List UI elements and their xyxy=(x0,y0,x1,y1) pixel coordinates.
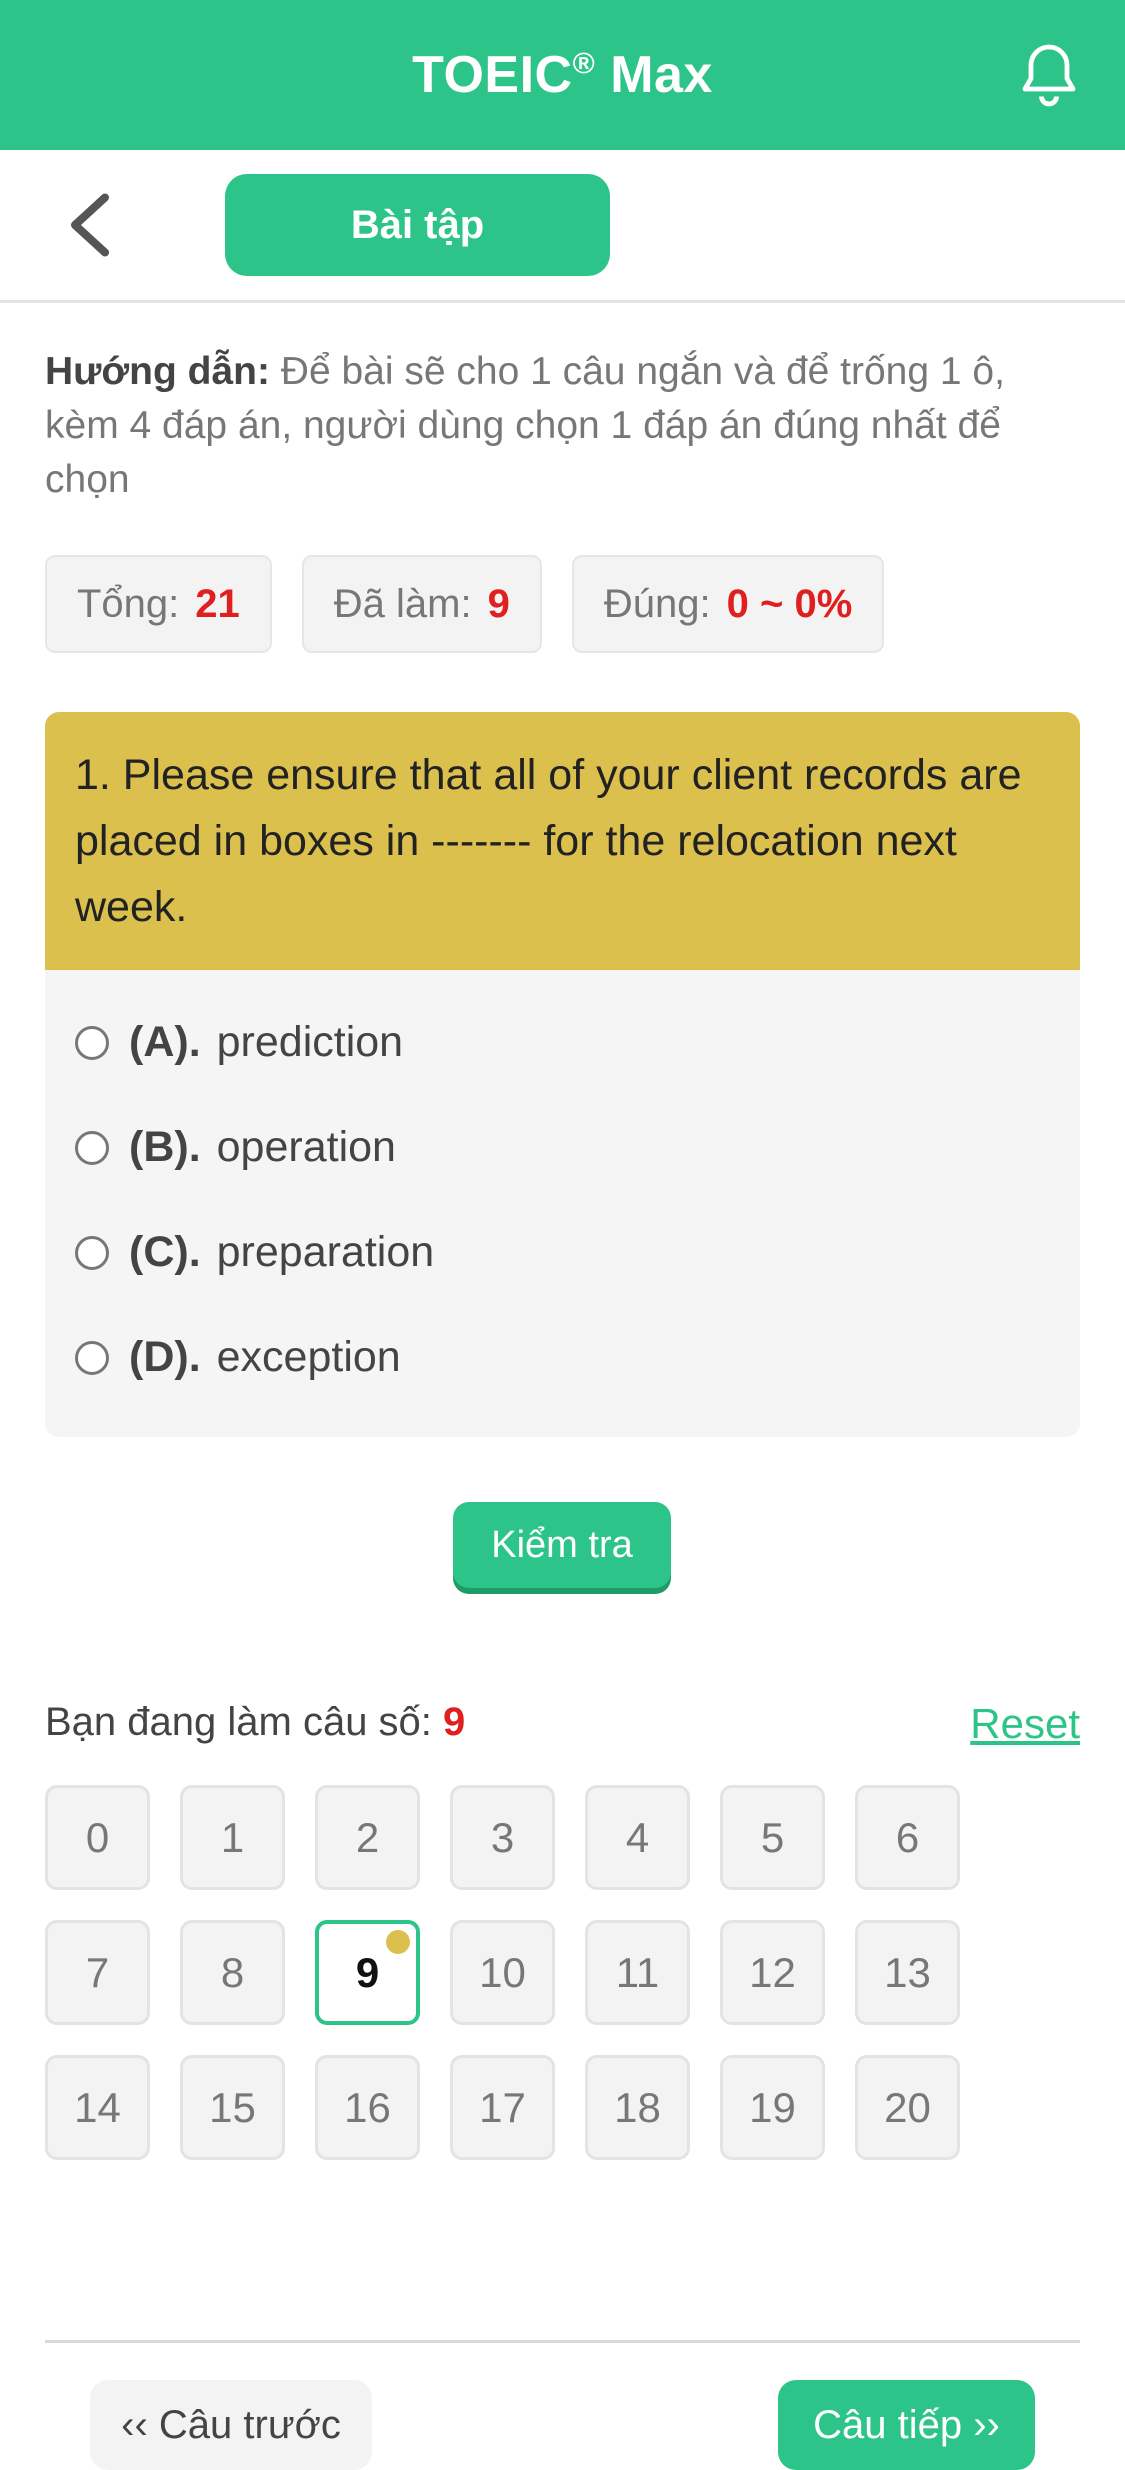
stats-bar: Tổng: 21 Đã làm: 9 Đúng: 0 ~ 0% xyxy=(45,555,885,653)
question-number-8[interactable]: 8 xyxy=(180,1920,285,2025)
question-number-label: 14 xyxy=(74,2083,121,2131)
stat-correct-label: Đúng: xyxy=(603,581,711,626)
question-number-19[interactable]: 19 xyxy=(720,2055,825,2160)
question-number-10[interactable]: 10 xyxy=(450,1920,555,2025)
question-number-label: 18 xyxy=(614,2083,661,2131)
current-label: Bạn đang làm câu số: xyxy=(45,1700,432,1744)
question-number-15[interactable]: 15 xyxy=(180,2055,285,2160)
question-number-label: 8 xyxy=(220,1948,245,1996)
instructions-label: Hướng dẫn: xyxy=(45,350,270,393)
question-number-label: 6 xyxy=(895,1813,920,1861)
current-question: Bạn đang làm câu số: 9 xyxy=(45,1700,465,1745)
status-dot-icon xyxy=(386,1930,410,1954)
stat-correct: Đúng: 0 ~ 0% xyxy=(571,555,885,653)
question-number-label: 9 xyxy=(355,1948,380,1996)
question-number-label: 15 xyxy=(209,2083,256,2131)
option-d[interactable]: (D). exception xyxy=(75,1305,1050,1410)
question-number-label: 16 xyxy=(344,2083,391,2131)
question-number-label: 5 xyxy=(760,1813,785,1861)
option-text: preparation xyxy=(216,1228,435,1276)
question-number-1[interactable]: 1 xyxy=(180,1785,285,1890)
question-number-9[interactable]: 9 xyxy=(315,1920,420,2025)
instructions: Hướng dẫn: Để bài sẽ cho 1 câu ngắn và đ… xyxy=(45,345,1085,507)
question-number-0[interactable]: 0 xyxy=(45,1785,150,1890)
option-text: operation xyxy=(216,1123,396,1171)
stat-done-label: Đã làm: xyxy=(333,581,472,626)
radio-icon[interactable] xyxy=(75,1340,109,1375)
option-a[interactable]: (A). prediction xyxy=(75,990,1050,1095)
bell-icon[interactable] xyxy=(1013,38,1085,110)
question-number-label: 20 xyxy=(884,2083,931,2131)
question-number-7[interactable]: 7 xyxy=(45,1920,150,2025)
question-number-label: 4 xyxy=(625,1813,650,1861)
question-number-label: 3 xyxy=(490,1813,515,1861)
check-button[interactable]: Kiểm tra xyxy=(453,1502,671,1588)
sub-header: Bài tập xyxy=(0,150,1125,303)
app-bar: TOEIC® Max xyxy=(0,0,1125,150)
prev-question-button[interactable]: ‹‹ Câu trước xyxy=(90,2380,372,2470)
current-value: 9 xyxy=(443,1700,466,1744)
question-number-label: 17 xyxy=(479,2083,526,2131)
chevron-left-icon[interactable] xyxy=(60,190,120,260)
app-title-suffix: Max xyxy=(610,46,713,104)
question-number-14[interactable]: 14 xyxy=(45,2055,150,2160)
question-number-6[interactable]: 6 xyxy=(855,1785,960,1890)
radio-icon[interactable] xyxy=(75,1130,109,1165)
question-number-label: 2 xyxy=(355,1813,380,1861)
app-title-reg: ® xyxy=(572,47,596,81)
question-number-label: 13 xyxy=(884,1948,931,1996)
next-question-button[interactable]: Câu tiếp ›› xyxy=(778,2380,1035,2470)
question-number-11[interactable]: 11 xyxy=(585,1920,690,2025)
question-number-label: 1 xyxy=(220,1813,245,1861)
app-title-main: TOEIC xyxy=(412,46,573,104)
option-key: (C). xyxy=(129,1228,201,1276)
question-number-2[interactable]: 2 xyxy=(315,1785,420,1890)
option-key: (A). xyxy=(129,1018,201,1066)
question-number-12[interactable]: 12 xyxy=(720,1920,825,2025)
option-key: (B). xyxy=(129,1123,201,1171)
option-key: (D). xyxy=(129,1333,201,1381)
question-number-16[interactable]: 16 xyxy=(315,2055,420,2160)
question-number-18[interactable]: 18 xyxy=(585,2055,690,2160)
radio-icon[interactable] xyxy=(75,1235,109,1270)
answer-options: (A). prediction (B). operation (C). prep… xyxy=(45,970,1080,1430)
question-number-label: 7 xyxy=(85,1948,110,1996)
question-number-label: 10 xyxy=(479,1948,526,1996)
divider xyxy=(45,2340,1080,2343)
question-number-17[interactable]: 17 xyxy=(450,2055,555,2160)
question-text: 1. Please ensure that all of your client… xyxy=(45,712,1080,970)
question-card: 1. Please ensure that all of your client… xyxy=(45,712,1080,1437)
option-text: prediction xyxy=(216,1018,404,1066)
question-number-label: 12 xyxy=(749,1948,796,1996)
question-number-20[interactable]: 20 xyxy=(855,2055,960,2160)
question-number-3[interactable]: 3 xyxy=(450,1785,555,1890)
stat-done: Đã làm: 9 xyxy=(301,555,542,653)
option-text: exception xyxy=(216,1333,401,1381)
question-number-5[interactable]: 5 xyxy=(720,1785,825,1890)
tab-bai-tap[interactable]: Bài tập xyxy=(225,174,610,276)
reset-link[interactable]: Reset xyxy=(970,1700,1080,1748)
stat-total-value: 21 xyxy=(195,581,240,626)
stat-done-value: 9 xyxy=(487,581,510,626)
question-number-label: 19 xyxy=(749,2083,796,2131)
app-title: TOEIC® Max xyxy=(412,45,713,105)
question-number-13[interactable]: 13 xyxy=(855,1920,960,2025)
question-number-label: 0 xyxy=(85,1813,110,1861)
option-b[interactable]: (B). operation xyxy=(75,1095,1050,1200)
question-number-4[interactable]: 4 xyxy=(585,1785,690,1890)
option-c[interactable]: (C). preparation xyxy=(75,1200,1050,1305)
stat-correct-value: 0 ~ 0% xyxy=(726,581,853,626)
question-number-grid: 0 1 2 3 4 5 6 7 8 9 10 11 12 13 14 15 16 17 18 19 20 xyxy=(45,1785,1045,2160)
question-number-label: 11 xyxy=(615,1948,660,1996)
radio-icon[interactable] xyxy=(75,1025,109,1060)
stat-total: Tổng: 21 xyxy=(45,555,272,653)
stat-total-label: Tổng: xyxy=(77,581,180,626)
